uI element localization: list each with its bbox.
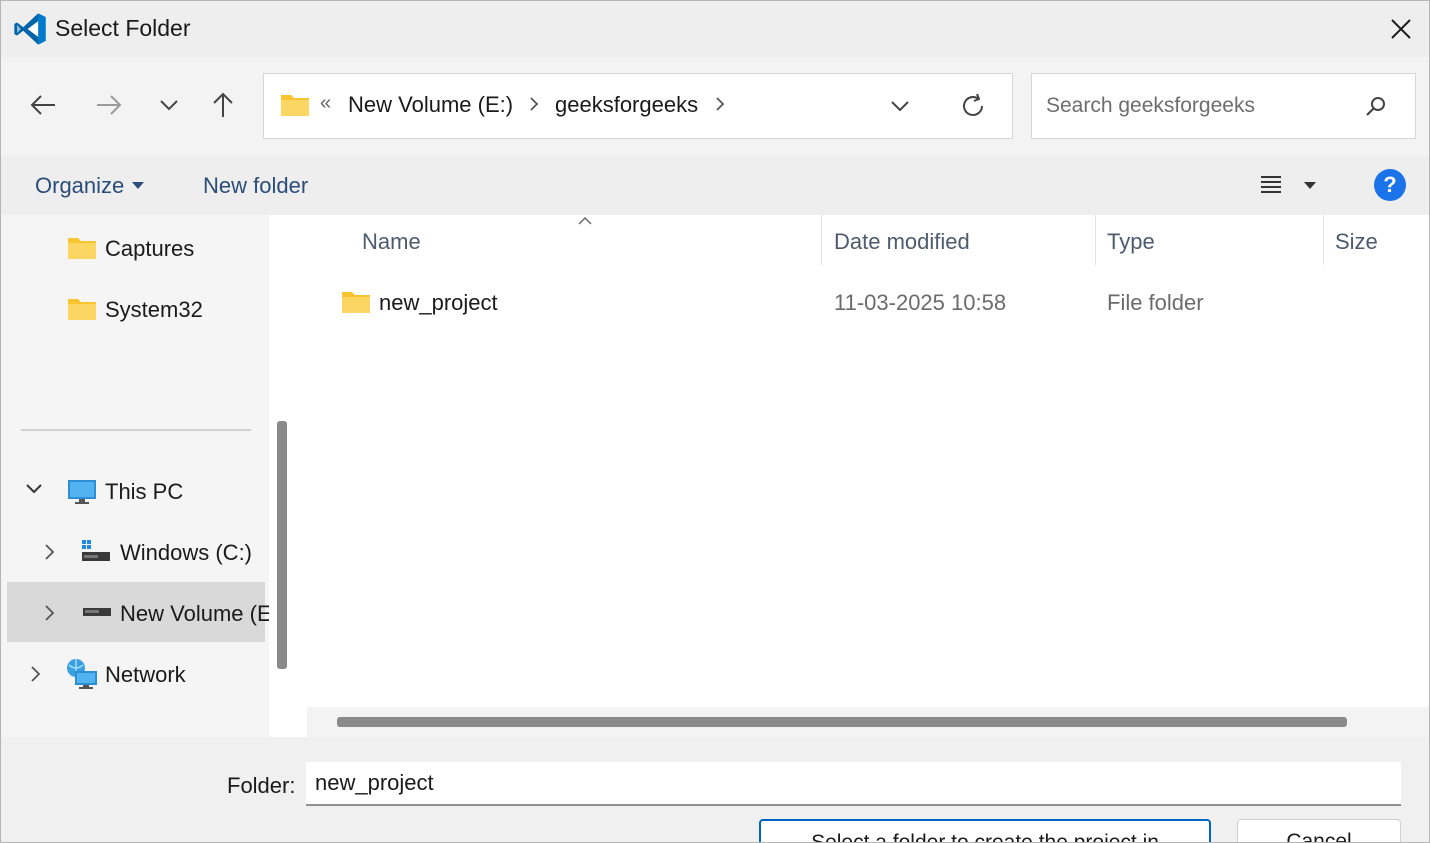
address-bar[interactable]: « New Volume (E:) geeksforgeeks [263, 73, 1013, 139]
folder-icon [68, 299, 96, 320]
arrow-right-icon [97, 95, 122, 115]
chevron-right-icon[interactable] [29, 665, 43, 683]
row-name: new_project [379, 290, 498, 315]
navigation-pane: Captures System32 This PC Windows (C:) N… [1, 215, 269, 737]
sidebar-item-windows-c[interactable]: Windows (C:) [1, 523, 269, 579]
address-segment-volume[interactable]: New Volume (E:) [348, 92, 513, 118]
close-button[interactable] [1379, 7, 1423, 51]
folder-name-input[interactable] [306, 762, 1401, 806]
sidebar-item-label: Windows (C:) [120, 540, 253, 565]
sort-ascending-icon [578, 216, 592, 225]
column-divider[interactable] [1095, 215, 1096, 265]
row-date-modified: 11-03-2025 10:58 [834, 290, 1007, 315]
organize-label: Organize [35, 173, 125, 198]
select-folder-button[interactable]: Select a folder to create the project in [759, 819, 1211, 842]
organize-button[interactable]: Organize [35, 173, 145, 199]
cancel-button[interactable]: Cancel [1237, 819, 1401, 842]
network-icon [67, 659, 97, 689]
folder-icon [281, 95, 309, 116]
horizontal-scrollbar-track[interactable] [307, 707, 1429, 737]
column-header-size[interactable]: Size [1335, 229, 1378, 255]
chevron-right-icon[interactable] [528, 96, 540, 112]
arrow-up-icon [213, 92, 233, 117]
sidebar-item-label: System32 [105, 297, 203, 322]
sidebar-item-label: Captures [105, 236, 195, 261]
dialog-footer: Folder: Select a folder to create the pr… [1, 737, 1429, 842]
help-button[interactable]: ? [1374, 169, 1406, 201]
chevron-right-icon[interactable] [43, 604, 57, 622]
folder-label: Folder: [227, 773, 296, 798]
sidebar-item-new-volume-e[interactable]: New Volume (E:) [7, 582, 269, 642]
search-box[interactable] [1031, 73, 1416, 139]
address-segment-folder[interactable]: geeksforgeeks [555, 92, 698, 118]
column-divider[interactable] [1323, 215, 1324, 265]
search-icon[interactable] [1364, 95, 1388, 119]
select-folder-dialog: Select Folder « New Volume (E:) geeksfor… [0, 0, 1430, 843]
list-view-icon[interactable] [1257, 171, 1285, 199]
row-type: File folder [1107, 290, 1204, 315]
chevron-down-icon[interactable] [25, 482, 43, 496]
sidebar-item-network[interactable]: Network [1, 645, 269, 701]
sidebar-divider [21, 429, 251, 431]
column-header-type[interactable]: Type [1107, 229, 1155, 255]
folder-icon [342, 292, 370, 313]
sidebar-item-label: This PC [105, 479, 184, 504]
dialog-title: Select Folder [55, 15, 191, 41]
close-icon [1391, 19, 1411, 39]
address-overflow-marker[interactable]: « [320, 92, 331, 115]
chevron-down-icon[interactable] [888, 94, 912, 118]
caret-down-icon[interactable] [1303, 181, 1317, 190]
system-drive-icon [82, 540, 110, 561]
sidebar-scrollbar[interactable] [277, 421, 287, 669]
up-button[interactable] [203, 85, 243, 125]
caret-down-icon [132, 182, 145, 189]
chevron-right-icon[interactable] [714, 96, 726, 112]
sidebar-item-label: Network [105, 662, 186, 687]
column-divider[interactable] [821, 215, 822, 265]
new-folder-button[interactable]: New folder [203, 173, 308, 199]
arrow-left-icon [30, 95, 55, 115]
navigation-bar: « New Volume (E:) geeksforgeeks [1, 57, 1429, 157]
back-button[interactable] [23, 85, 63, 125]
sidebar-item-captures[interactable]: Captures [1, 219, 269, 275]
chevron-right-icon[interactable] [43, 543, 57, 561]
column-header-date-modified[interactable]: Date modified [834, 229, 970, 255]
title-bar: Select Folder [1, 1, 1429, 57]
file-list: Name Date modified Type Size new_project… [299, 215, 1429, 737]
drive-icon [83, 608, 111, 616]
table-row[interactable]: new_project 11-03-2025 10:58 File folder [331, 277, 1421, 327]
horizontal-scrollbar-thumb[interactable] [337, 717, 1347, 727]
sidebar-item-this-pc[interactable]: This PC [1, 462, 269, 518]
vscode-icon [14, 13, 46, 45]
recent-locations-button[interactable] [149, 85, 189, 125]
search-input[interactable] [1046, 90, 1356, 122]
sidebar-item-system32[interactable]: System32 [1, 280, 269, 336]
folder-icon [68, 238, 96, 259]
monitor-icon [68, 480, 96, 504]
chevron-down-icon [160, 100, 178, 111]
sidebar-item-label: New Volume (E:) [120, 601, 269, 626]
forward-button[interactable] [89, 85, 129, 125]
column-header-name[interactable]: Name [362, 229, 421, 255]
refresh-icon[interactable] [958, 91, 988, 121]
command-bar: Organize New folder ? [1, 157, 1429, 215]
